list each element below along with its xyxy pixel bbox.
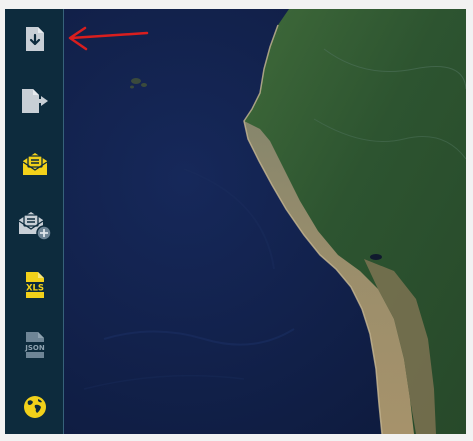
download-button[interactable]	[17, 21, 53, 57]
export-button[interactable]	[17, 83, 53, 119]
annotation-arrow-icon	[68, 26, 149, 51]
lake-titicaca	[370, 254, 382, 260]
xls-label: XLS	[26, 284, 44, 294]
envelope-button[interactable]	[17, 145, 53, 181]
json-export-button[interactable]: JSON	[17, 327, 53, 363]
globe-button[interactable]	[17, 389, 53, 425]
globe-icon	[24, 396, 46, 418]
file-xls-icon: XLS	[24, 272, 46, 298]
satellite-map[interactable]	[64, 9, 466, 434]
envelope-add-icon	[18, 212, 52, 241]
tool-sidebar: XLS JSON	[5, 9, 64, 434]
xls-export-button[interactable]: XLS	[17, 267, 53, 303]
file-json-icon: JSON	[23, 332, 47, 358]
file-download-icon	[26, 27, 44, 51]
envelope-add-button[interactable]	[17, 207, 53, 243]
envelope-open-text-icon	[22, 153, 48, 175]
json-label: JSON	[24, 344, 45, 352]
file-export-icon	[22, 89, 48, 113]
app-frame: XLS JSON	[5, 9, 466, 434]
map-canvas[interactable]	[64, 9, 466, 434]
